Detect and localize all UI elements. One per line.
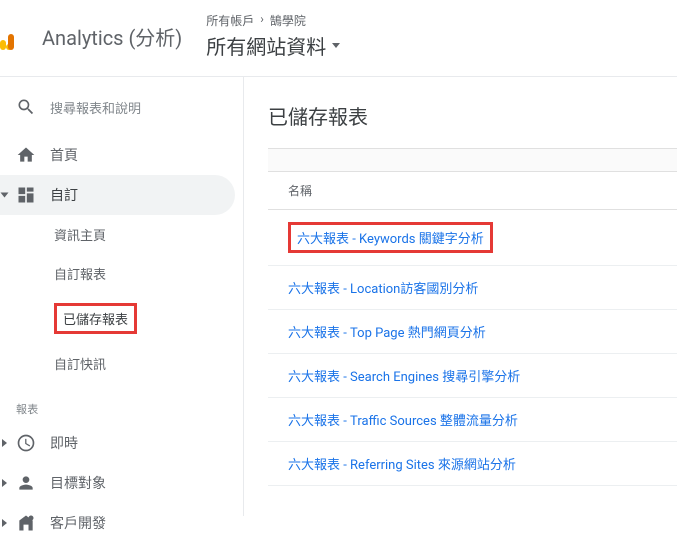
nav-saved-reports[interactable]: 已儲存報表	[0, 293, 243, 344]
nav-custom-reports-label: 自訂報表	[54, 264, 106, 283]
dashboard-icon	[16, 185, 36, 205]
breadcrumb: 所有帳戶 › 鵠學院	[206, 12, 340, 29]
report-row[interactable]: 六大報表 - Keywords 關鍵字分析	[268, 210, 677, 266]
nav-custom-alerts-label: 自訂快訊	[54, 354, 106, 373]
nav-audience[interactable]: 目標對象	[0, 463, 243, 503]
nav-acquisition-label: 客戶開發	[50, 513, 106, 533]
logo-block: Analytics (分析)	[4, 22, 182, 51]
breadcrumb-separator: ›	[260, 12, 264, 29]
report-link[interactable]: 六大報表 - Location訪客國別分析	[288, 282, 478, 297]
report-link[interactable]: 六大報表 - Keywords 關鍵字分析	[288, 222, 493, 253]
report-link[interactable]: 六大報表 - Top Page 熱門網頁分析	[288, 326, 486, 341]
nav-customization-label: 自訂	[50, 185, 78, 205]
search-placeholder: 搜尋報表和說明	[50, 98, 141, 117]
page-title: 已儲存報表	[268, 101, 677, 130]
home-icon	[16, 145, 36, 165]
nav-custom-reports[interactable]: 自訂報表	[0, 254, 243, 293]
acquisition-icon	[16, 513, 36, 533]
report-row[interactable]: 六大報表 - Location訪客國別分析	[268, 266, 677, 310]
nav-audience-label: 目標對象	[50, 473, 106, 493]
search-reports[interactable]: 搜尋報表和說明	[0, 87, 243, 135]
search-icon	[16, 97, 36, 117]
product-name: Analytics (分析)	[42, 22, 182, 51]
reports-section-label: 報表	[0, 383, 243, 423]
report-row[interactable]: 六大報表 - Search Engines 搜尋引擎分析	[268, 354, 677, 398]
analytics-logo-icon	[6, 22, 34, 50]
nav-realtime[interactable]: 即時	[0, 423, 243, 463]
report-link[interactable]: 六大報表 - Search Engines 搜尋引擎分析	[288, 370, 520, 385]
caret-down-icon	[332, 43, 340, 48]
app-header: Analytics (分析) 所有帳戶 › 鵠學院 所有網站資料	[0, 0, 677, 77]
report-row[interactable]: 六大報表 - Referring Sites 來源網站分析	[268, 442, 677, 486]
table-toolbar	[268, 148, 677, 172]
view-name: 所有網站資料	[206, 31, 326, 60]
report-row[interactable]: 六大報表 - Top Page 熱門網頁分析	[268, 310, 677, 354]
chevron-right-icon	[2, 479, 7, 487]
report-row[interactable]: 六大報表 - Traffic Sources 整體流量分析	[268, 398, 677, 442]
report-link[interactable]: 六大報表 - Referring Sites 來源網站分析	[288, 458, 516, 473]
nav-custom-alerts[interactable]: 自訂快訊	[0, 344, 243, 383]
report-link[interactable]: 六大報表 - Traffic Sources 整體流量分析	[288, 414, 518, 429]
breadcrumb-all-accounts: 所有帳戶	[206, 12, 254, 29]
account-switcher[interactable]: 所有帳戶 › 鵠學院 所有網站資料	[206, 12, 340, 60]
chevron-down-icon	[1, 193, 9, 198]
sidebar: 搜尋報表和說明 首頁 自訂 資訊主頁 自訂報表 已儲存報表 自訂快訊 報表	[0, 77, 244, 516]
nav-home[interactable]: 首頁	[0, 135, 243, 175]
chevron-right-icon	[2, 519, 7, 527]
column-header-name[interactable]: 名稱	[268, 172, 677, 210]
nav-dashboards-label: 資訊主頁	[54, 225, 106, 244]
main-content: 已儲存報表 名稱 六大報表 - Keywords 關鍵字分析 六大報表 - Lo…	[244, 77, 677, 516]
nav-realtime-label: 即時	[50, 433, 78, 453]
chevron-right-icon	[2, 439, 7, 447]
nav-customization[interactable]: 自訂	[0, 175, 235, 215]
nav-dashboards[interactable]: 資訊主頁	[0, 215, 243, 254]
nav-acquisition[interactable]: 客戶開發	[0, 503, 243, 543]
nav-home-label: 首頁	[50, 145, 78, 165]
clock-icon	[16, 433, 36, 453]
nav-saved-reports-label: 已儲存報表	[54, 303, 137, 334]
person-icon	[16, 473, 36, 493]
breadcrumb-property: 鵠學院	[270, 12, 306, 29]
